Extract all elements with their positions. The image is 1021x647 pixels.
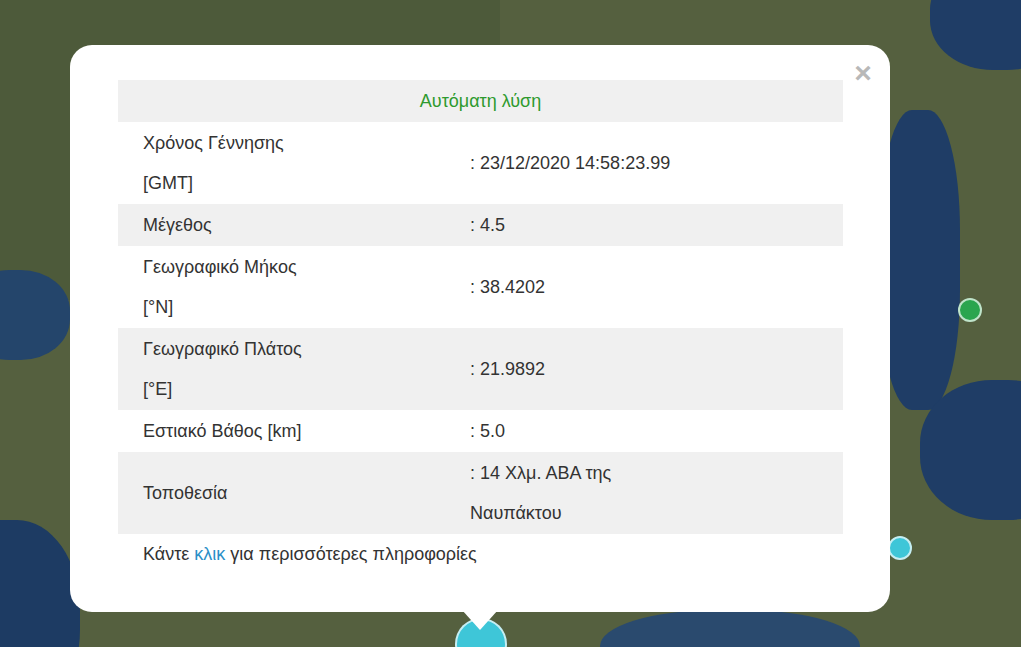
table-row: Εστιακό Βάθος [km]: 5.0 (118, 410, 843, 452)
row-label: Γεωγραφικό Πλάτος[°E] (118, 329, 470, 409)
table-row: Χρόνος Γέννησης[GMT]: 23/12/2020 14:58:2… (118, 122, 843, 204)
row-value: : 21.9892 (470, 349, 545, 389)
more-info-link[interactable]: κλικ (194, 534, 225, 574)
table-row: Μέγεθος: 4.5 (118, 204, 843, 246)
map-pin[interactable] (958, 298, 982, 322)
sea-area (930, 0, 1021, 70)
row-label: Γεωγραφικό Μήκος[°N] (118, 247, 470, 327)
row-value: : 23/12/2020 14:58:23.99 (470, 143, 670, 183)
row-value: : 4.5 (470, 205, 505, 245)
row-label: Εστιακό Βάθος [km] (118, 411, 470, 451)
map-pin[interactable] (888, 536, 912, 560)
map-view[interactable]: ×Αυτόματη λύσηΧρόνος Γέννησης[GMT]: 23/1… (0, 0, 1021, 647)
row-value: : 38.4202 (470, 267, 545, 307)
table-row: Γεωγραφικό Μήκος[°N]: 38.4202 (118, 246, 843, 328)
row-value: : 5.0 (470, 411, 505, 451)
table-row: Γεωγραφικό Πλάτος[°E]: 21.9892 (118, 328, 843, 410)
row-value: : 14 Χλμ. ΑΒΑ τηςΝαυπάκτου (470, 453, 611, 533)
sea-area (0, 520, 80, 647)
sea-area (880, 110, 960, 410)
sea-area (600, 610, 860, 647)
info-popup: ×Αυτόματη λύσηΧρόνος Γέννησης[GMT]: 23/1… (70, 45, 890, 612)
footer-text: Κάντεκλικγια περισσότερες πληροφορίες (118, 534, 843, 574)
table-row: Τοποθεσία: 14 Χλμ. ΑΒΑ τηςΝαυπάκτου (118, 452, 843, 534)
row-label: Τοποθεσία (118, 473, 470, 513)
popup-pointer (462, 610, 498, 630)
table-header: Αυτόματη λύση (118, 80, 843, 122)
close-button[interactable]: × (848, 55, 878, 91)
row-label: Χρόνος Γέννησης[GMT] (118, 123, 470, 203)
row-label: Μέγεθος (118, 205, 470, 245)
info-table: Αυτόματη λύσηΧρόνος Γέννησης[GMT]: 23/12… (118, 80, 843, 574)
